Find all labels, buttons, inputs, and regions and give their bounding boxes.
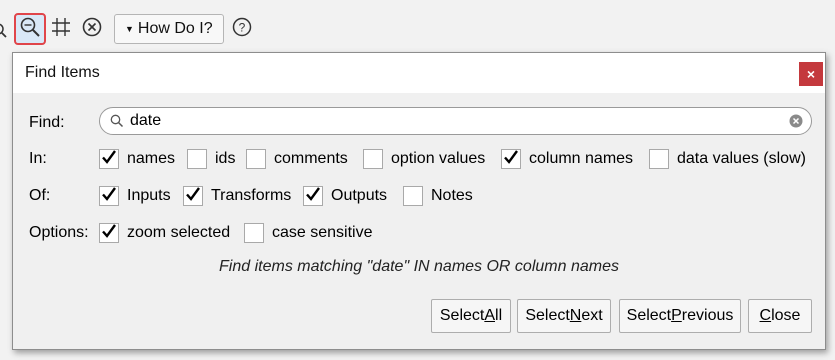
checkbox-in-comments[interactable]: comments — [246, 149, 348, 169]
search-summary: Find items matching "date" IN names OR c… — [219, 258, 619, 275]
checkmark-icon — [101, 149, 117, 170]
select-previous-button[interactable]: Select Previous — [619, 299, 741, 333]
checkbox-box[interactable] — [99, 186, 119, 206]
select-all-button[interactable]: Select All — [431, 299, 511, 333]
checkbox-label: option values — [391, 150, 486, 167]
checkbox-in-option-values[interactable]: option values — [363, 149, 485, 169]
checkbox-in-names[interactable]: names — [99, 149, 175, 169]
cancel-button[interactable] — [78, 15, 106, 43]
mnemonic: A — [484, 307, 496, 324]
toolbar: ▼ How Do I? ? — [0, 8, 835, 50]
checkbox-box[interactable] — [363, 149, 383, 169]
checkbox-label: Outputs — [331, 187, 388, 204]
checkbox-label: zoom selected — [127, 224, 231, 241]
checkbox-label: case sensitive — [272, 224, 373, 241]
button-label: revious — [681, 307, 734, 324]
checkbox-label: data values (slow) — [677, 150, 806, 167]
of-label: Of: — [29, 187, 51, 204]
dialog-titlebar: Find Items × — [13, 53, 825, 93]
button-label: ll — [495, 307, 503, 324]
grid-button[interactable] — [47, 15, 75, 43]
checkbox-label: Inputs — [127, 187, 171, 204]
checkbox-box[interactable] — [187, 149, 207, 169]
checkbox-box[interactable] — [403, 186, 423, 206]
checkbox-box[interactable] — [649, 149, 669, 169]
close-icon: × — [806, 66, 816, 82]
checkbox-of-notes[interactable]: Notes — [403, 186, 473, 206]
button-label: Select — [626, 307, 672, 324]
help-button[interactable]: ? — [228, 15, 256, 43]
checkbox-label: Transforms — [211, 187, 292, 204]
zoom-search-button[interactable] — [14, 13, 46, 45]
checkmark-icon — [101, 223, 117, 244]
clear-search-icon[interactable] — [789, 114, 803, 128]
checkbox-label: column names — [529, 150, 634, 167]
checkbox-of-transforms[interactable]: Transforms — [183, 186, 291, 206]
checkbox-box[interactable] — [183, 186, 203, 206]
of-row: Of: Inputs Transforms Outputs Notes — [13, 184, 825, 208]
button-label: lose — [771, 307, 801, 324]
button-label: Select — [525, 307, 570, 324]
help-icon: ? — [231, 16, 253, 43]
checkmark-icon — [101, 186, 117, 207]
in-label: In: — [29, 150, 47, 167]
partial-zoom-icon[interactable] — [0, 22, 8, 45]
checkbox-label: ids — [215, 150, 236, 167]
button-label: Select — [439, 307, 485, 324]
checkbox-label: comments — [274, 150, 348, 167]
checkbox-box[interactable] — [99, 149, 119, 169]
in-row: In: names ids comments option values col… — [13, 147, 825, 171]
checkbox-in-data-values[interactable]: data values (slow) — [649, 149, 806, 169]
checkmark-icon — [305, 186, 321, 207]
find-label: Find: — [29, 114, 65, 131]
svg-text:?: ? — [239, 20, 246, 34]
grid-icon — [50, 16, 72, 43]
search-input[interactable] — [130, 112, 770, 130]
checkbox-of-inputs[interactable]: Inputs — [99, 186, 171, 206]
mnemonic: C — [759, 307, 772, 324]
find-row: Find: — [13, 107, 825, 135]
how-do-i-dropdown[interactable]: ▼ How Do I? — [114, 14, 224, 44]
checkbox-case-sensitive[interactable]: case sensitive — [244, 223, 373, 243]
checkbox-box[interactable] — [501, 149, 521, 169]
checkbox-zoom-selected[interactable]: zoom selected — [99, 223, 230, 243]
checkmark-icon — [503, 149, 519, 170]
checkbox-box[interactable] — [303, 186, 323, 206]
mnemonic: N — [569, 307, 582, 324]
options-label: Options: — [29, 224, 89, 241]
search-icon — [110, 114, 124, 128]
dialog-title: Find Items — [25, 64, 100, 81]
checkbox-box[interactable] — [99, 223, 119, 243]
cancel-icon — [81, 16, 103, 43]
how-do-i-label: How Do I? — [137, 20, 213, 37]
dialog-body: Find: In: names ids — [13, 93, 825, 349]
close-button[interactable]: Close — [748, 299, 812, 333]
caret-down-icon: ▼ — [125, 24, 134, 34]
find-items-dialog: Find Items × Find: In: names — [12, 52, 826, 350]
checkbox-label: Notes — [431, 187, 473, 204]
checkbox-of-outputs[interactable]: Outputs — [303, 186, 387, 206]
checkbox-box[interactable] — [246, 149, 266, 169]
checkbox-box[interactable] — [244, 223, 264, 243]
checkmark-icon — [185, 186, 201, 207]
checkbox-in-column-names[interactable]: column names — [501, 149, 633, 169]
zoom-search-icon — [19, 16, 41, 43]
checkbox-in-ids[interactable]: ids — [187, 149, 235, 169]
options-row: Options: zoom selected case sensitive — [13, 221, 825, 245]
button-label: ext — [581, 307, 603, 324]
checkbox-label: names — [127, 150, 176, 167]
search-field[interactable] — [99, 107, 812, 135]
dialog-close-button[interactable]: × — [799, 62, 823, 86]
mnemonic: P — [671, 307, 682, 324]
select-next-button[interactable]: Select Next — [517, 299, 611, 333]
